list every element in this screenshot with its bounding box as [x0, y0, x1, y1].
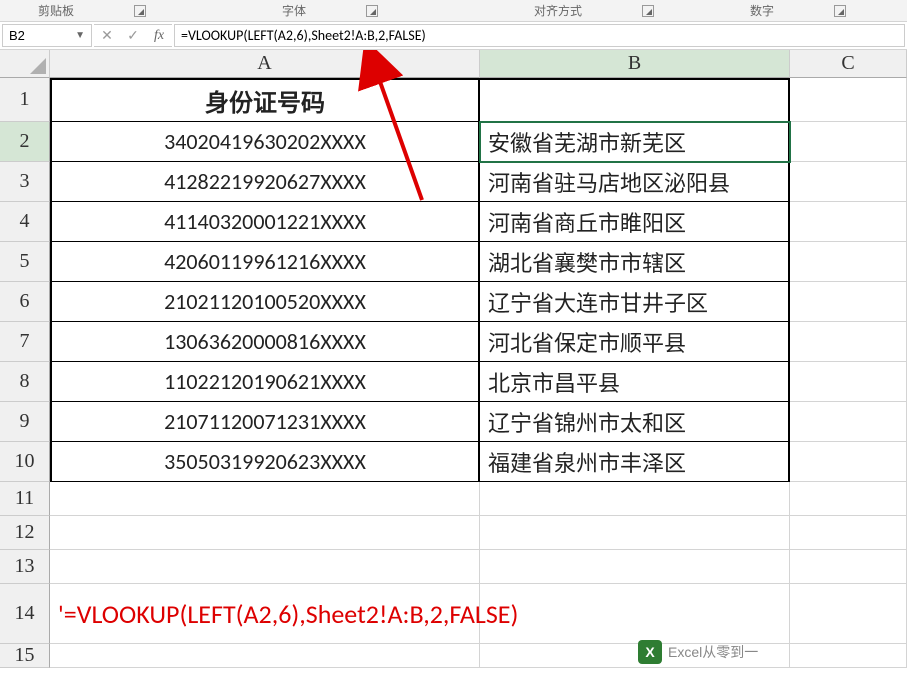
- row-header-14[interactable]: 14: [0, 584, 50, 644]
- cell-B2[interactable]: 安徽省芜湖市新芜区: [480, 122, 790, 162]
- row-header-5[interactable]: 5: [0, 242, 50, 282]
- cell-B13[interactable]: [480, 550, 790, 584]
- column-header-B[interactable]: B: [480, 50, 790, 78]
- row-header-4[interactable]: 4: [0, 202, 50, 242]
- enter-icon[interactable]: ✓: [120, 27, 146, 44]
- cell-C11[interactable]: [790, 482, 907, 516]
- row-header-2[interactable]: 2: [0, 122, 50, 162]
- cell-A7[interactable]: 13063620000816XXXX: [50, 322, 480, 362]
- cell-C10[interactable]: [790, 442, 907, 482]
- cell-A3[interactable]: 41282219920627XXXX: [50, 162, 480, 202]
- cell-C12[interactable]: [790, 516, 907, 550]
- cell-A1[interactable]: 身份证号码: [50, 78, 480, 122]
- row-header-6[interactable]: 6: [0, 282, 50, 322]
- cell-C6[interactable]: [790, 282, 907, 322]
- cell-B5[interactable]: 湖北省襄樊市市辖区: [480, 242, 790, 282]
- ribbon-group-clipboard: 剪贴板: [38, 2, 74, 19]
- cell-A4[interactable]: 41140320001221XXXX: [50, 202, 480, 242]
- cell-A12[interactable]: [50, 516, 480, 550]
- cell-C8[interactable]: [790, 362, 907, 402]
- cell-A8[interactable]: 11022120190621XXXX: [50, 362, 480, 402]
- row-header-11[interactable]: 11: [0, 482, 50, 516]
- fx-icon[interactable]: fx: [146, 28, 172, 44]
- formula-bar: B2 ▼ ✕ ✓ fx =VLOOKUP(LEFT(A2,6),Sheet2!A…: [0, 22, 907, 50]
- dialog-launcher-icon[interactable]: [366, 5, 378, 17]
- cell-B9[interactable]: 辽宁省锦州市太和区: [480, 402, 790, 442]
- cell-B6[interactable]: 辽宁省大连市甘井子区: [480, 282, 790, 322]
- cell-B14[interactable]: [480, 584, 790, 644]
- row-header-12[interactable]: 12: [0, 516, 50, 550]
- cell-C14[interactable]: [790, 584, 907, 644]
- cell-B10[interactable]: 福建省泉州市丰泽区: [480, 442, 790, 482]
- cell-B11[interactable]: [480, 482, 790, 516]
- cell-A11[interactable]: [50, 482, 480, 516]
- ribbon-footer: 剪贴板 字体 对齐方式 数字: [0, 0, 907, 22]
- cell-A14[interactable]: '=VLOOKUP(LEFT(A2,6),Sheet2!A:B,2,FALSE): [50, 584, 480, 644]
- dialog-launcher-icon[interactable]: [834, 5, 846, 17]
- ribbon-group-number: 数字: [750, 2, 774, 19]
- column-header-A[interactable]: A: [50, 50, 480, 78]
- cell-B12[interactable]: [480, 516, 790, 550]
- row-header-3[interactable]: 3: [0, 162, 50, 202]
- chevron-down-icon[interactable]: ▼: [75, 30, 85, 41]
- row-header-1[interactable]: 1: [0, 78, 50, 122]
- name-box-value: B2: [9, 28, 25, 43]
- column-header-C[interactable]: C: [790, 50, 907, 78]
- dialog-launcher-icon[interactable]: [134, 5, 146, 17]
- cell-A13[interactable]: [50, 550, 480, 584]
- row-header-15[interactable]: 15: [0, 644, 50, 668]
- row-header-10[interactable]: 10: [0, 442, 50, 482]
- cell-C15[interactable]: [790, 644, 907, 668]
- watermark-text: Excel从零到一: [668, 642, 758, 662]
- cell-A5[interactable]: 42060119961216XXXX: [50, 242, 480, 282]
- cell-C9[interactable]: [790, 402, 907, 442]
- ribbon-group-font: 字体: [282, 2, 306, 19]
- cell-A9[interactable]: 21071120071231XXXX: [50, 402, 480, 442]
- formula-input[interactable]: =VLOOKUP(LEFT(A2,6),Sheet2!A:B,2,FALSE): [174, 24, 905, 47]
- cell-A10[interactable]: 35050319920623XXXX: [50, 442, 480, 482]
- row-header-13[interactable]: 13: [0, 550, 50, 584]
- cell-A2[interactable]: 34020419630202XXXX: [50, 122, 480, 162]
- cell-B8[interactable]: 北京市昌平县: [480, 362, 790, 402]
- ribbon-group-align: 对齐方式: [534, 2, 582, 19]
- cell-B4[interactable]: 河南省商丘市睢阳区: [480, 202, 790, 242]
- row-header-9[interactable]: 9: [0, 402, 50, 442]
- cancel-icon[interactable]: ✕: [94, 27, 120, 44]
- cell-B7[interactable]: 河北省保定市顺平县: [480, 322, 790, 362]
- cell-B3[interactable]: 河南省驻马店地区泌阳县: [480, 162, 790, 202]
- cell-C1[interactable]: [790, 78, 907, 122]
- cell-C4[interactable]: [790, 202, 907, 242]
- cell-C3[interactable]: [790, 162, 907, 202]
- cell-B1[interactable]: [480, 78, 790, 122]
- cell-C2[interactable]: [790, 122, 907, 162]
- cell-C5[interactable]: [790, 242, 907, 282]
- cell-A15[interactable]: [50, 644, 480, 668]
- formula-text: =VLOOKUP(LEFT(A2,6),Sheet2!A:B,2,FALSE): [181, 27, 426, 44]
- row-header-7[interactable]: 7: [0, 322, 50, 362]
- cell-C13[interactable]: [790, 550, 907, 584]
- cell-C7[interactable]: [790, 322, 907, 362]
- excel-logo-icon: X: [638, 640, 662, 664]
- watermark: X Excel从零到一: [638, 640, 758, 664]
- select-all-corner[interactable]: [0, 50, 50, 78]
- dialog-launcher-icon[interactable]: [642, 5, 654, 17]
- name-box[interactable]: B2 ▼: [2, 24, 92, 47]
- row-header-8[interactable]: 8: [0, 362, 50, 402]
- cell-A6[interactable]: 21021120100520XXXX: [50, 282, 480, 322]
